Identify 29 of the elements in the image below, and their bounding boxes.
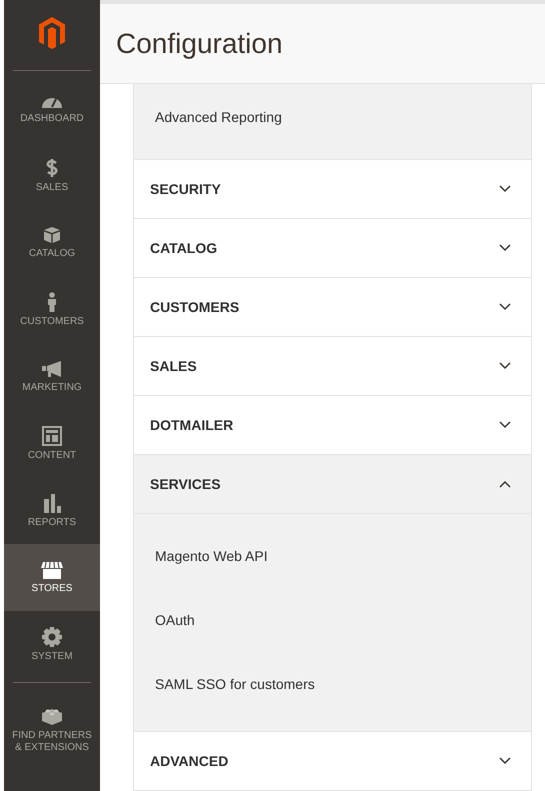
chevron-icon (499, 303, 511, 311)
nav-item[interactable]: MARKETING (4, 343, 100, 410)
dollar-icon (45, 158, 59, 178)
box-icon (43, 226, 61, 244)
chevron-icon (499, 185, 511, 193)
page-title: Configuration (116, 26, 283, 61)
storefront-icon (40, 560, 64, 578)
nav-item[interactable]: CATALOG (4, 209, 100, 276)
chevron-icon (499, 480, 511, 488)
nav-item[interactable]: REPORTS (4, 477, 100, 544)
chevron-icon (499, 244, 511, 252)
bar-chart-icon (42, 492, 62, 512)
chevron-icon (499, 362, 511, 370)
nav-item[interactable]: SALES (4, 142, 100, 209)
nav-item[interactable]: CUSTOMERS (4, 276, 100, 343)
nav-item[interactable]: STORES (4, 544, 100, 611)
megaphone-icon (41, 360, 63, 378)
nav-item[interactable]: SYSTEM (4, 611, 100, 678)
section-header[interactable]: SERVICES (134, 455, 531, 514)
logo-icon (38, 16, 66, 50)
brick-icon (41, 706, 63, 726)
layout-icon (42, 426, 62, 446)
nav-item[interactable]: FIND PARTNERS & EXTENSIONS (4, 687, 100, 773)
gear-icon (42, 626, 62, 646)
nav-item[interactable]: CONTENT (4, 410, 100, 477)
nav-item[interactable]: DASHBOARD (4, 75, 100, 142)
chevron-icon (499, 421, 511, 429)
person-icon (46, 292, 58, 312)
chevron-icon (499, 757, 511, 765)
